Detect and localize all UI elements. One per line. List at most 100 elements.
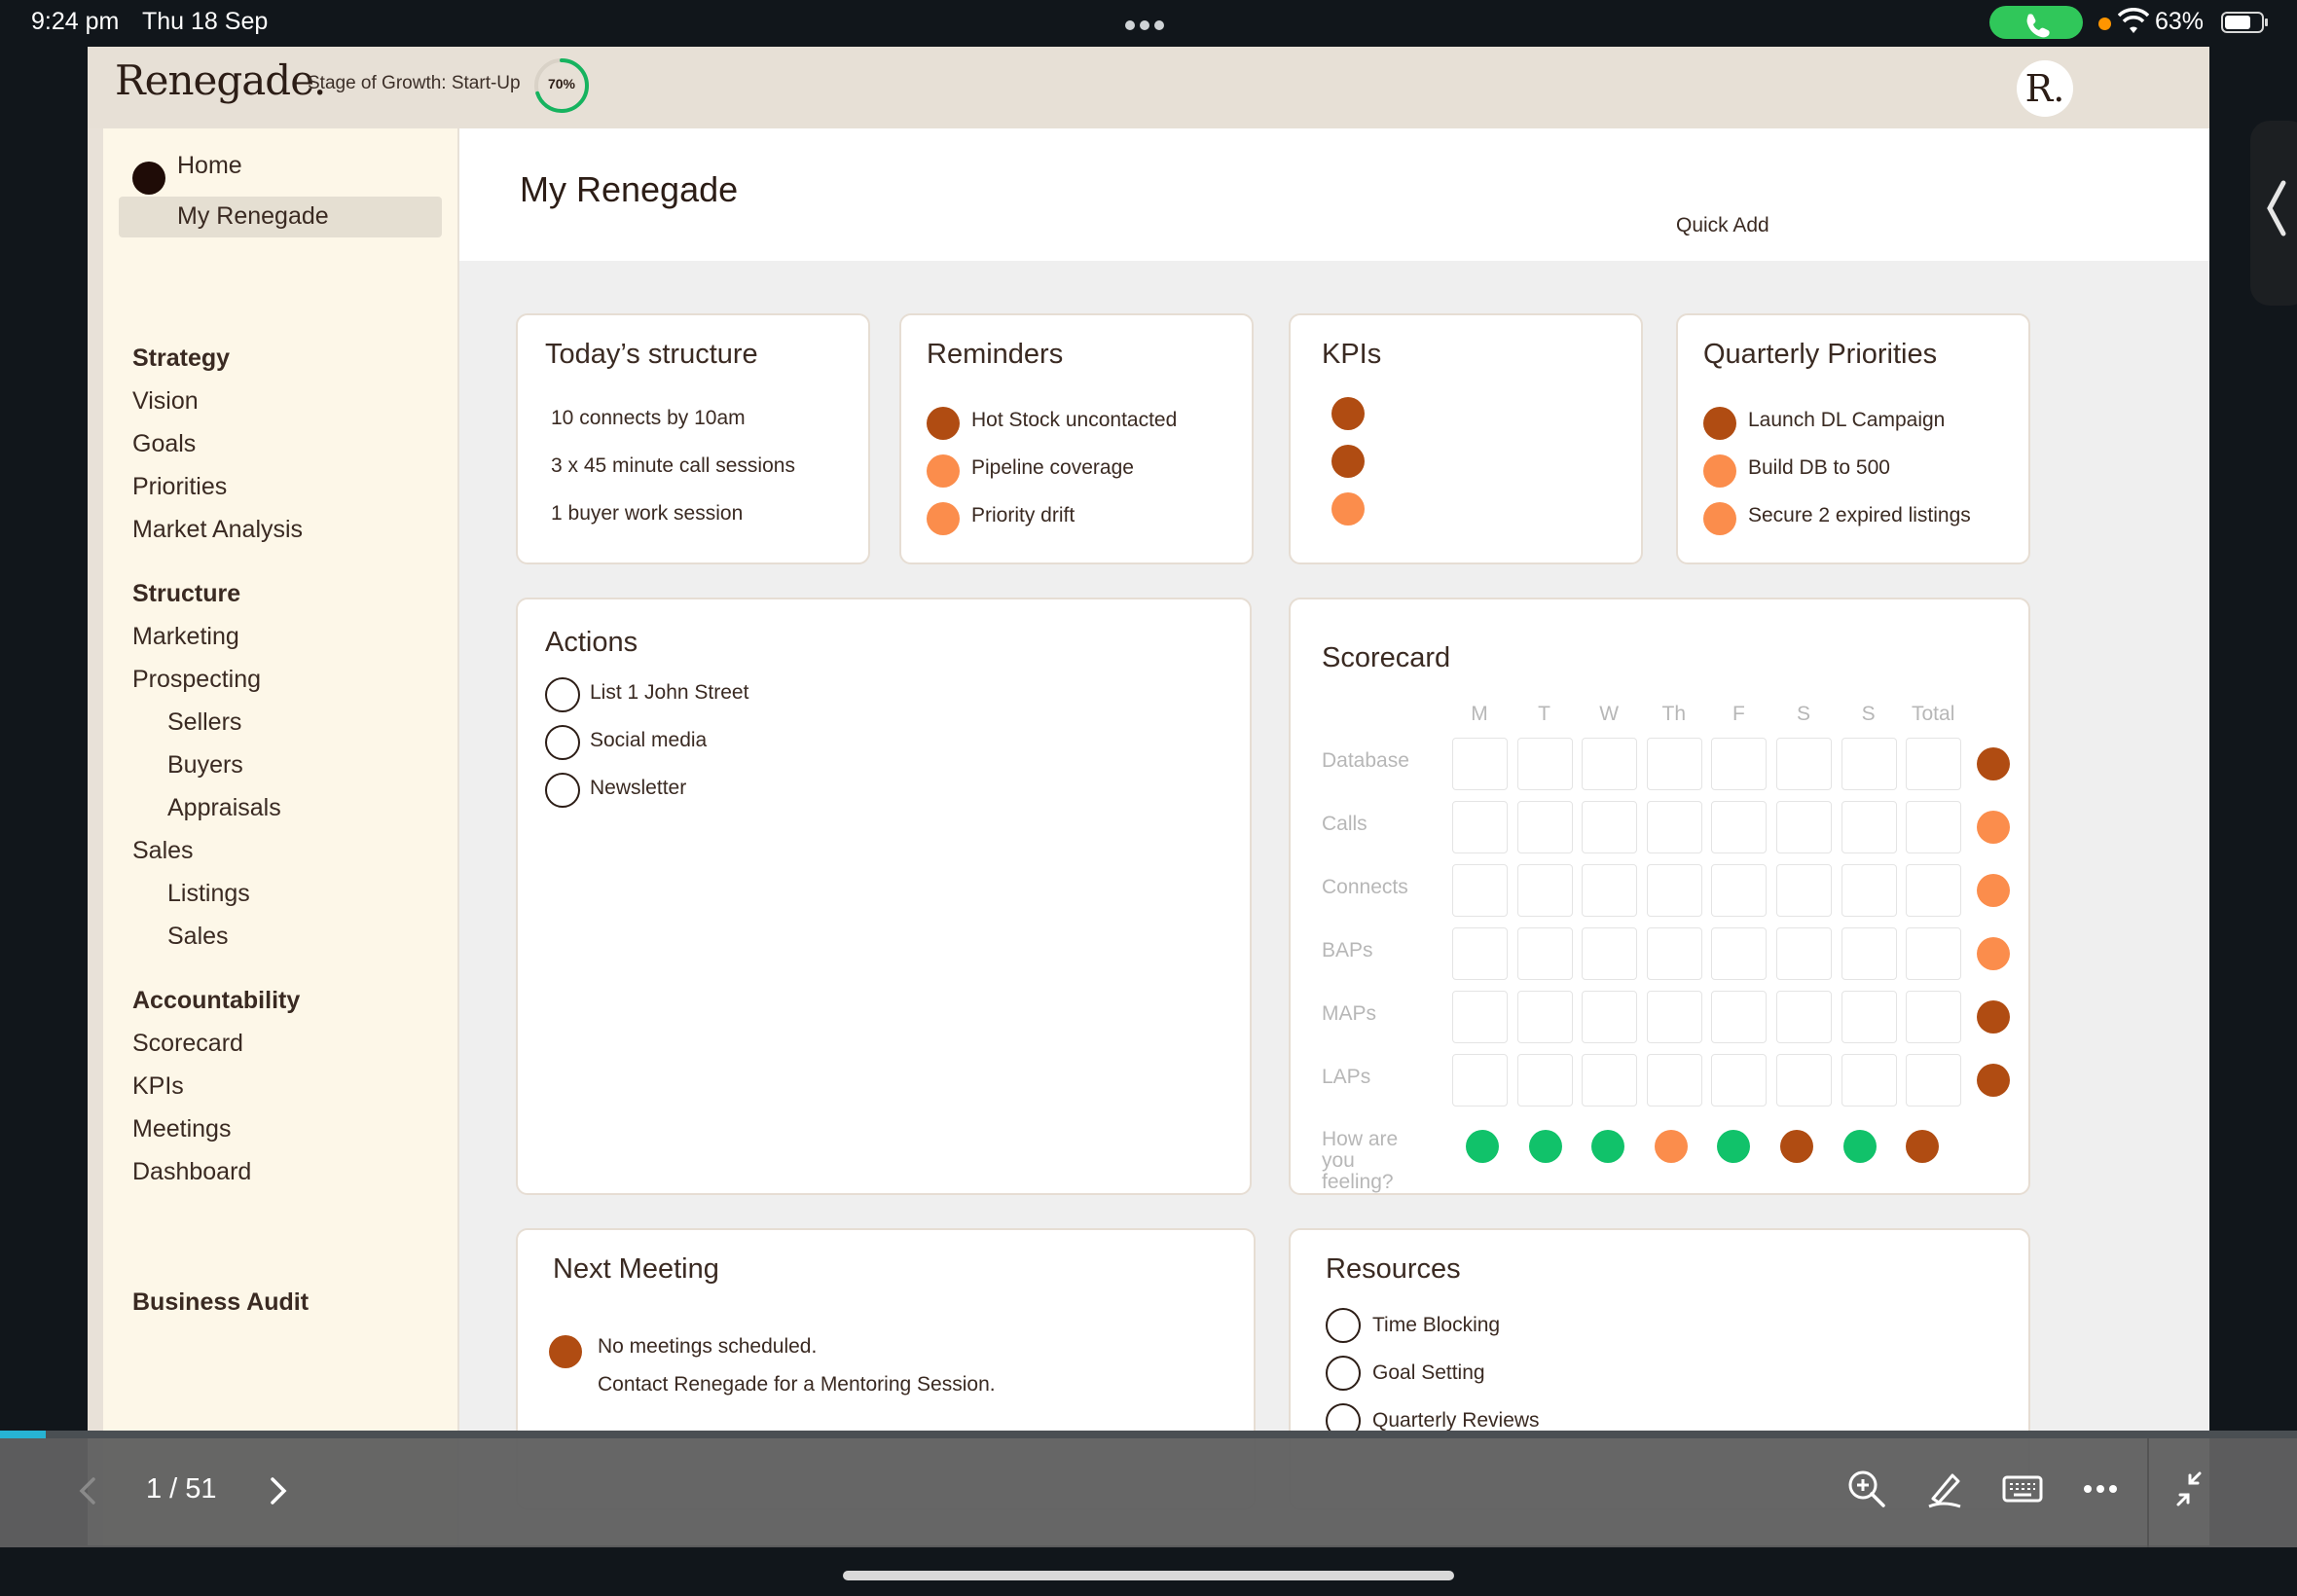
app-logo[interactable]: Renegade. [115,56,326,104]
scorecard-cell[interactable] [1646,1054,1702,1106]
more-options-icon[interactable] [2079,1468,2122,1510]
scorecard-cell[interactable] [1906,927,1962,980]
scorecard-cell[interactable] [1776,738,1832,790]
sidebar-item-goals[interactable]: Goals [132,430,196,458]
keyboard-icon[interactable] [2001,1468,2044,1510]
resource-item[interactable]: Quarterly Reviews [1372,1409,1540,1433]
priority-item[interactable]: Secure 2 expired listings [1748,504,1971,527]
scorecard-cell[interactable] [1646,738,1702,790]
sidebar-item-sellers[interactable]: Sellers [167,708,241,737]
feeling-dot[interactable] [1654,1130,1688,1163]
sidebar-item-kpis[interactable]: KPIs [132,1072,184,1101]
scorecard-cell[interactable] [1711,801,1768,853]
kpi-status-dot[interactable] [1331,492,1365,526]
zoom-in-icon[interactable] [1845,1468,1888,1510]
scorecard-cell[interactable] [1582,991,1638,1043]
scorecard-cell[interactable] [1516,927,1573,980]
action-checkbox[interactable] [545,773,580,808]
scorecard-cell[interactable] [1516,991,1573,1043]
scorecard-cell[interactable] [1906,864,1962,917]
resource-item[interactable]: Goal Setting [1372,1361,1485,1385]
scorecard-cell[interactable] [1906,738,1962,790]
previous-page-button[interactable] [74,1471,103,1510]
quick-add-button[interactable]: Quick Add [1676,214,1769,237]
sidebar-item-sales[interactable]: Sales [132,837,194,865]
scorecard-cell[interactable] [1582,864,1638,917]
priority-item[interactable]: Launch DL Campaign [1748,409,1945,432]
scorecard-cell[interactable] [1841,864,1897,917]
scorecard-cell[interactable] [1841,1054,1897,1106]
sidebar-item-dashboard[interactable]: Dashboard [132,1158,251,1186]
feeling-dot[interactable] [1717,1130,1751,1163]
scorecard-cell[interactable] [1452,1054,1508,1106]
scorecard-cell[interactable] [1452,801,1508,853]
scorecard-cell[interactable] [1452,991,1508,1043]
sidebar-item-sales-sub[interactable]: Sales [167,923,229,951]
sidebar-heading-structure[interactable]: Structure [132,580,240,608]
action-checkbox[interactable] [545,725,580,760]
sidebar-item-my-renegade[interactable]: My Renegade [119,197,442,237]
scorecard-cell[interactable] [1646,927,1702,980]
scorecard-cell[interactable] [1711,927,1768,980]
scorecard-cell[interactable] [1776,927,1832,980]
feeling-dot[interactable] [1780,1130,1813,1163]
reminder-item[interactable]: Priority drift [971,504,1075,527]
scorecard-cell[interactable] [1582,738,1638,790]
scorecard-cell[interactable] [1452,738,1508,790]
scorecard-cell[interactable] [1711,991,1768,1043]
scorecard-cell[interactable] [1711,1054,1768,1106]
kpi-status-dot[interactable] [1331,445,1365,478]
scorecard-cell[interactable] [1711,864,1768,917]
sidebar-item-marketing[interactable]: Marketing [132,623,239,651]
scorecard-cell[interactable] [1516,864,1573,917]
sidebar-item-home[interactable]: Home [132,152,424,191]
sidebar-item-meetings[interactable]: Meetings [132,1115,231,1143]
sidebar-heading-strategy[interactable]: Strategy [132,345,230,373]
resource-checkbox[interactable] [1326,1356,1361,1391]
exit-fullscreen-icon[interactable] [2172,1468,2215,1510]
scorecard-cell[interactable] [1711,738,1768,790]
action-checkbox[interactable] [545,677,580,712]
scorecard-cell[interactable] [1646,801,1702,853]
scorecard-cell[interactable] [1841,801,1897,853]
sidebar-item-market-analysis[interactable]: Market Analysis [132,516,303,544]
scorecard-cell[interactable] [1582,801,1638,853]
sidebar-item-business-audit[interactable]: Business Audit [132,1288,309,1317]
sidebar-item-buyers[interactable]: Buyers [167,751,243,780]
scorecard-cell[interactable] [1776,864,1832,917]
scorecard-cell[interactable] [1776,1054,1832,1106]
sidebar-heading-accountability[interactable]: Accountability [132,987,300,1015]
resource-item[interactable]: Time Blocking [1372,1314,1500,1337]
scorecard-cell[interactable] [1646,864,1702,917]
sidebar-item-prospecting[interactable]: Prospecting [132,666,261,694]
feeling-dot[interactable] [1906,1130,1940,1163]
scorecard-cell[interactable] [1906,991,1962,1043]
scorecard-cell[interactable] [1646,991,1702,1043]
action-item[interactable]: List 1 John Street [590,681,748,705]
scorecard-cell[interactable] [1841,927,1897,980]
annotate-pen-icon[interactable] [1923,1468,1966,1510]
scorecard-cell[interactable] [1516,738,1573,790]
side-panel-handle[interactable] [2250,121,2297,306]
reminder-item[interactable]: Hot Stock uncontacted [971,409,1177,432]
scorecard-cell[interactable] [1516,1054,1573,1106]
sidebar-item-scorecard[interactable]: Scorecard [132,1030,243,1058]
scorecard-cell[interactable] [1452,864,1508,917]
sidebar-item-vision[interactable]: Vision [132,387,199,416]
feeling-dot[interactable] [1528,1130,1562,1163]
scorecard-cell[interactable] [1906,1054,1962,1106]
scorecard-cell[interactable] [1776,801,1832,853]
scorecard-cell[interactable] [1841,991,1897,1043]
scorecard-cell[interactable] [1452,927,1508,980]
meeting-line-2[interactable]: Contact Renegade for a Mentoring Session… [598,1373,996,1396]
feeling-dot[interactable] [1591,1130,1625,1163]
home-indicator[interactable] [843,1571,1454,1580]
reminder-item[interactable]: Pipeline coverage [971,456,1134,480]
next-page-button[interactable] [263,1471,292,1510]
active-call-indicator[interactable] [1989,6,2083,39]
resource-checkbox[interactable] [1326,1308,1361,1343]
scorecard-cell[interactable] [1841,738,1897,790]
kpi-status-dot[interactable] [1331,397,1365,430]
scorecard-cell[interactable] [1582,1054,1638,1106]
multitasking-dots-icon[interactable] [1125,18,1170,30]
